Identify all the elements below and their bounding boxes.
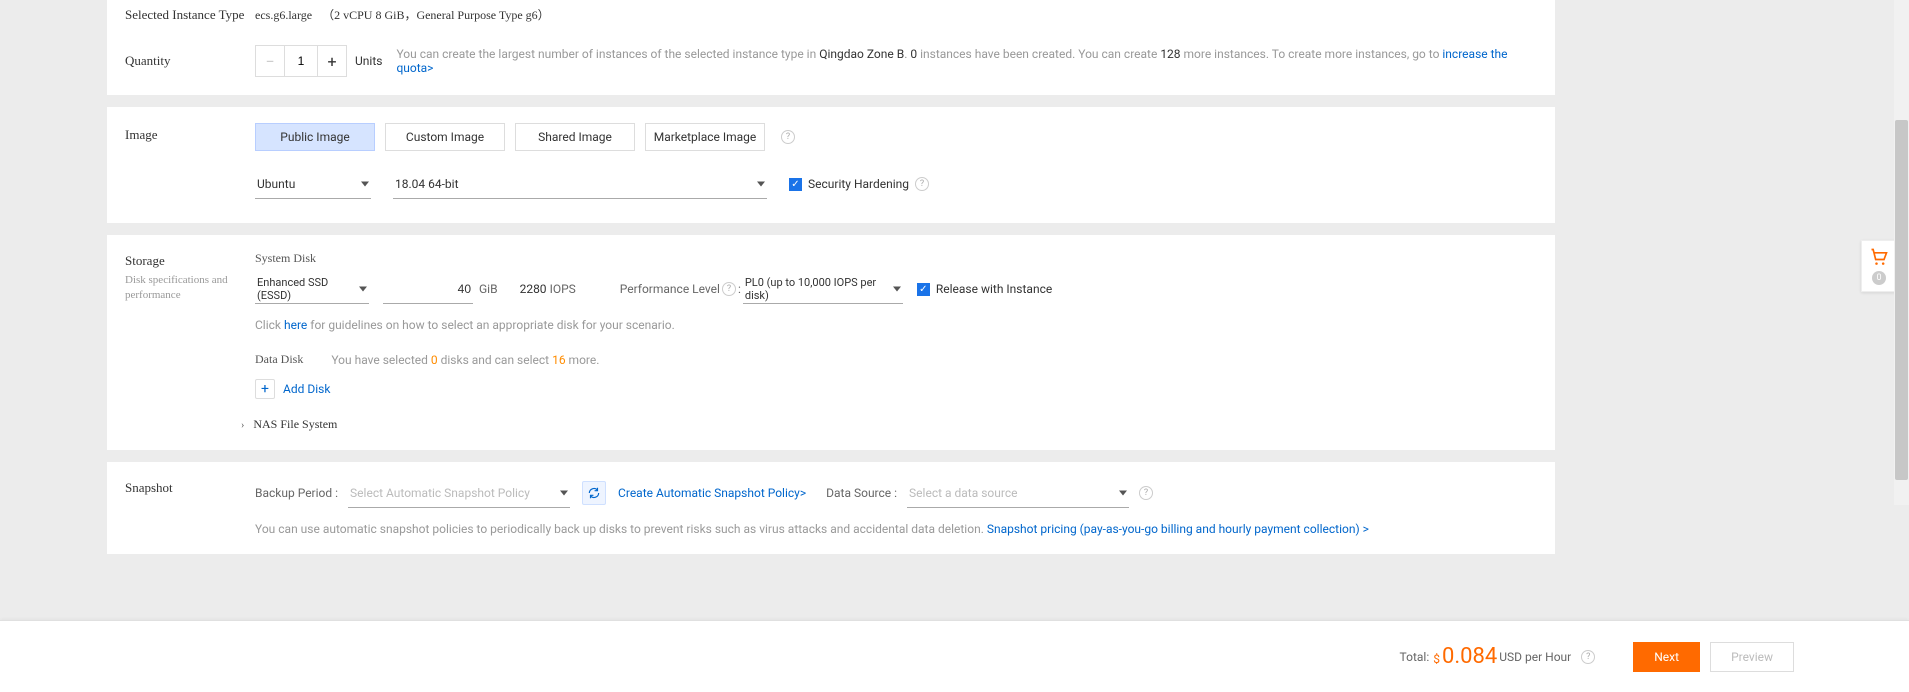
backup-period-select[interactable]: Select Automatic Snapshot Policy [348, 478, 570, 508]
storage-section-label: Storage [125, 253, 255, 269]
cart-widget[interactable]: 0 [1861, 240, 1897, 292]
nas-file-system-toggle[interactable]: › NAS File System [241, 417, 1537, 432]
chevron-down-icon [1119, 490, 1127, 495]
tab-custom-image[interactable]: Custom Image [385, 123, 505, 151]
selected-instance-type-label: Selected Instance Type [125, 7, 255, 23]
instance-quantity-panel: Selected Instance Type ecs.g6.large （2 v… [107, 0, 1555, 95]
image-os-value: Ubuntu [257, 177, 295, 191]
chevron-down-icon [359, 286, 367, 291]
data-source-label: Data Source : [826, 486, 897, 500]
data-source-select[interactable]: Select a data source [907, 478, 1129, 508]
storage-panel: Storage Disk specifications and performa… [107, 235, 1555, 450]
disk-guideline-text: Click here for guidelines on how to sele… [255, 318, 1537, 332]
quantity-decrease-button[interactable]: − [256, 46, 284, 76]
instance-spec-value: （2 vCPU 8 GiB，General Purpose Type g6） [322, 6, 550, 23]
cart-count-badge: 0 [1872, 271, 1886, 285]
data-source-help-icon[interactable]: ? [1139, 486, 1153, 500]
performance-level-value: PL0 (up to 10,000 IOPS per disk) [745, 276, 883, 302]
preview-button[interactable]: Preview [1710, 642, 1794, 672]
system-disk-size-input[interactable] [383, 274, 473, 304]
performance-level-select[interactable]: PL0 (up to 10,000 IOPS per disk) [743, 274, 903, 304]
tab-shared-image[interactable]: Shared Image [515, 123, 635, 151]
performance-level-label: Performance Level [620, 282, 720, 296]
footer-bar: Total: $ 0.084 USD per Hour ? Next Previ… [0, 620, 1909, 692]
quantity-increase-button[interactable]: + [318, 46, 346, 76]
cart-icon [1869, 247, 1889, 267]
security-hardening-label: Security Hardening [808, 177, 909, 191]
chevron-down-icon [560, 490, 568, 495]
system-disk-label: System Disk [255, 251, 1537, 266]
chevron-down-icon [757, 181, 765, 186]
image-version-select[interactable]: 18.04 64-bit [393, 169, 767, 199]
chevron-down-icon [893, 286, 901, 291]
refresh-icon [587, 486, 601, 500]
iops-suffix: IOPS [550, 282, 576, 296]
release-with-instance-label: Release with Instance [936, 282, 1052, 296]
quantity-units-label: Units [355, 54, 382, 68]
snapshot-panel: Snapshot Backup Period : Select Automati… [107, 462, 1555, 554]
snapshot-note: You can use automatic snapshot policies … [255, 522, 1537, 536]
performance-level-help-icon[interactable]: ? [722, 282, 736, 296]
instance-name-value: ecs.g6.large [255, 8, 312, 23]
add-disk-button[interactable]: + Add Disk [255, 379, 330, 399]
tab-marketplace-image[interactable]: Marketplace Image [645, 123, 765, 151]
iops-value: 2280 [520, 282, 547, 296]
storage-sublabel: Disk specifications and performance [125, 273, 255, 304]
quantity-stepper[interactable]: − + [255, 45, 347, 77]
scrollbar-track[interactable] [1894, 0, 1909, 505]
security-hardening-help-icon[interactable]: ? [915, 177, 929, 191]
data-disk-hint: You have selected 0 disks and can select… [331, 353, 599, 367]
system-disk-size-unit: GiB [479, 282, 498, 296]
release-with-instance-checkbox[interactable]: ✓ [917, 283, 930, 296]
quantity-label: Quantity [125, 53, 255, 69]
backup-period-placeholder: Select Automatic Snapshot Policy [350, 486, 530, 500]
backup-period-label: Backup Period : [255, 486, 338, 500]
tab-public-image[interactable]: Public Image [255, 123, 375, 151]
create-snapshot-policy-link[interactable]: Create Automatic Snapshot Policy> [618, 486, 806, 500]
chevron-right-icon: › [241, 420, 244, 431]
plus-icon: + [255, 379, 275, 399]
system-disk-type-select[interactable]: Enhanced SSD (ESSD) [255, 274, 369, 304]
system-disk-type-value: Enhanced SSD (ESSD) [257, 276, 349, 302]
quantity-input[interactable] [284, 46, 318, 76]
image-os-select[interactable]: Ubuntu [255, 169, 371, 199]
price-help-icon[interactable]: ? [1581, 650, 1595, 664]
price-unit: USD per Hour [1499, 650, 1571, 664]
disk-guideline-link[interactable]: here [284, 318, 307, 332]
data-source-placeholder: Select a data source [909, 486, 1017, 500]
scrollbar-thumb[interactable] [1895, 120, 1908, 480]
image-version-value: 18.04 64-bit [395, 177, 459, 191]
refresh-snapshot-button[interactable] [582, 481, 606, 505]
image-panel: Image Public Image Custom Image Shared I… [107, 107, 1555, 223]
total-label: Total: [1400, 650, 1430, 664]
image-section-label: Image [125, 123, 255, 143]
snapshot-pricing-link[interactable]: Snapshot pricing (pay-as-you-go billing … [987, 522, 1369, 536]
total-price: 0.084 [1442, 644, 1497, 669]
snapshot-section-label: Snapshot [125, 478, 255, 496]
image-help-icon[interactable]: ? [781, 130, 795, 144]
chevron-down-icon [361, 181, 369, 186]
currency-symbol: $ [1433, 652, 1440, 666]
quantity-hint: You can create the largest number of ins… [396, 47, 1537, 75]
next-button[interactable]: Next [1633, 642, 1700, 672]
data-disk-label: Data Disk [255, 352, 303, 367]
security-hardening-checkbox[interactable]: ✓ [789, 178, 802, 191]
